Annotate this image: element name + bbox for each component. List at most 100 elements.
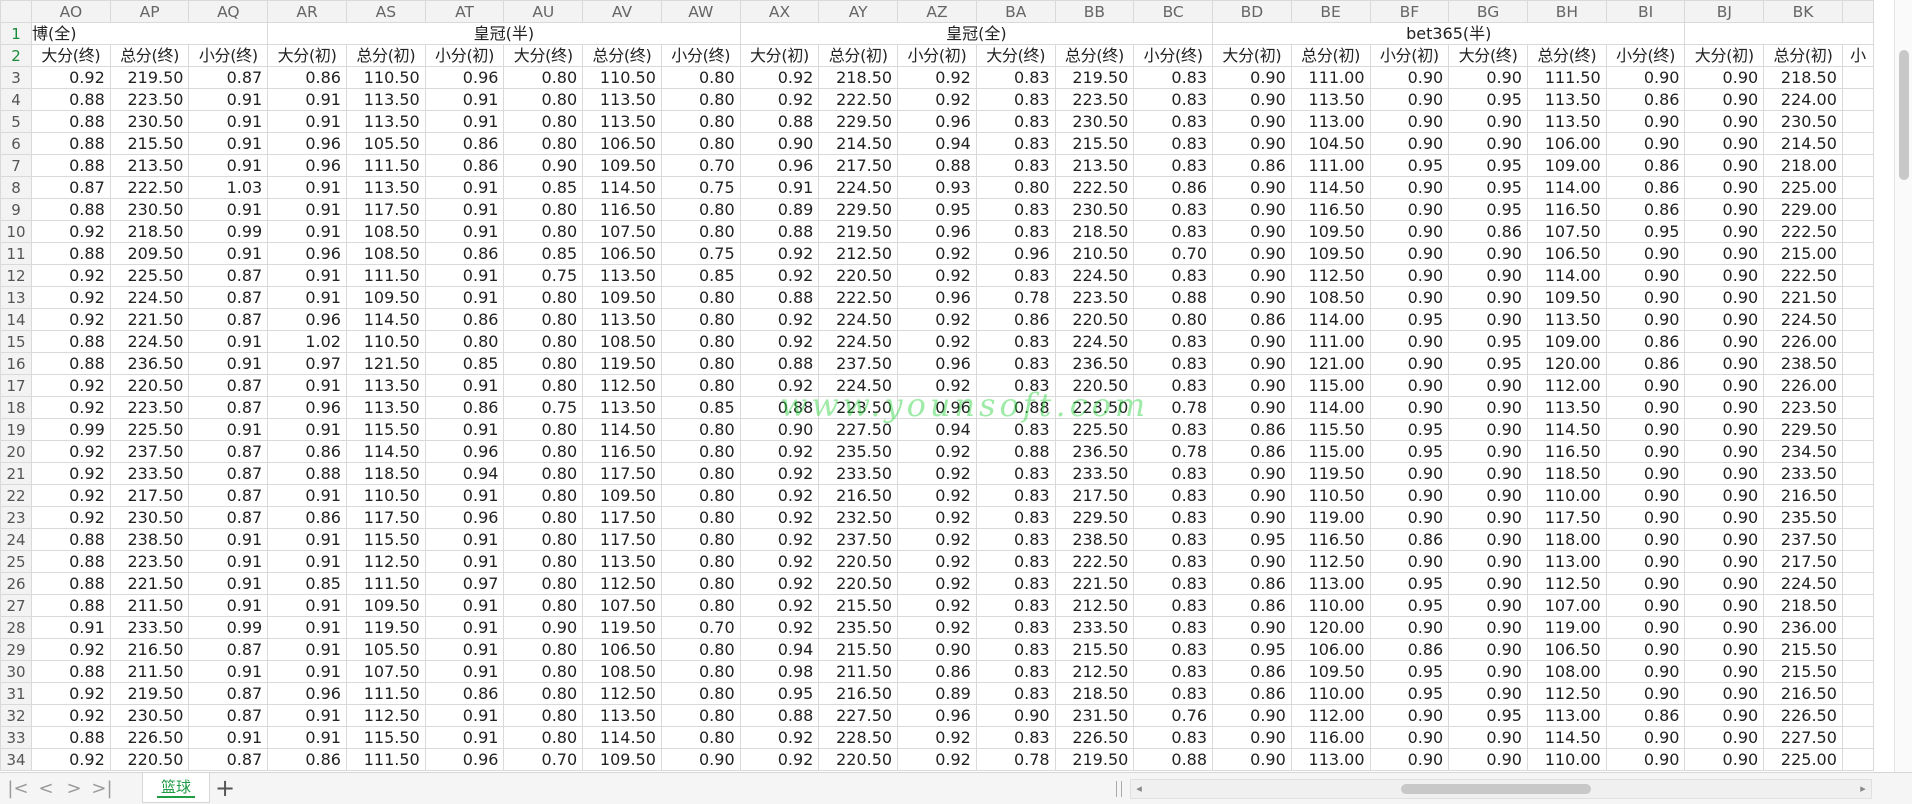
data-cell[interactable]: 0.90 bbox=[1212, 110, 1292, 133]
data-cell[interactable]: 113.50 bbox=[582, 550, 662, 573]
first-sheet-icon[interactable]: |< bbox=[6, 777, 30, 801]
data-cell[interactable]: 0.86 bbox=[424, 682, 505, 705]
data-cell[interactable]: 0.90 bbox=[1684, 176, 1765, 199]
data-cell[interactable]: 0.90 bbox=[1212, 220, 1292, 243]
data-cell[interactable]: 114.00 bbox=[1290, 396, 1371, 419]
data-cell[interactable]: 0.83 bbox=[1133, 572, 1214, 595]
data-cell[interactable]: 0.87 bbox=[188, 264, 269, 287]
column-header[interactable]: AU bbox=[503, 0, 584, 23]
data-cell[interactable]: 0.75 bbox=[660, 242, 741, 265]
data-cell[interactable]: 113.50 bbox=[1526, 396, 1607, 419]
data-cell[interactable]: 0.92 bbox=[897, 550, 977, 573]
data-cell[interactable] bbox=[1841, 638, 1875, 661]
data-cell[interactable]: 0.80 bbox=[503, 682, 584, 705]
data-cell[interactable]: 0.80 bbox=[660, 704, 741, 727]
data-cell[interactable]: 0.91 bbox=[267, 704, 347, 727]
data-cell[interactable]: 234.50 bbox=[1763, 440, 1843, 463]
data-cell[interactable]: 0.80 bbox=[660, 484, 741, 507]
data-cell[interactable]: 0.90 bbox=[1684, 242, 1765, 265]
row-header[interactable]: 23 bbox=[0, 506, 33, 529]
sub-header-cell[interactable]: 总分(初) bbox=[818, 44, 899, 67]
data-cell[interactable]: 0.88 bbox=[975, 396, 1056, 419]
data-cell[interactable]: 0.88 bbox=[739, 220, 820, 243]
data-cell[interactable]: 0.90 bbox=[1684, 748, 1765, 771]
data-cell[interactable]: 229.50 bbox=[818, 110, 899, 133]
data-cell[interactable]: 0.86 bbox=[1605, 198, 1686, 221]
data-cell[interactable]: 0.90 bbox=[1605, 550, 1686, 573]
data-cell[interactable]: 110.00 bbox=[1526, 748, 1607, 771]
data-cell[interactable]: 226.00 bbox=[1763, 330, 1843, 353]
row-header[interactable]: 10 bbox=[0, 220, 33, 243]
data-cell[interactable]: 0.91 bbox=[188, 572, 269, 595]
data-cell[interactable]: 0.90 bbox=[1212, 550, 1292, 573]
data-cell[interactable]: 0.90 bbox=[1448, 462, 1528, 485]
data-cell[interactable]: 0.95 bbox=[1369, 308, 1450, 331]
data-cell[interactable]: 0.91 bbox=[739, 176, 820, 199]
row-header[interactable]: 16 bbox=[0, 352, 33, 375]
data-cell[interactable]: 118.50 bbox=[345, 462, 426, 485]
data-cell[interactable]: 0.90 bbox=[1448, 440, 1528, 463]
data-cell[interactable]: 0.90 bbox=[1369, 704, 1450, 727]
data-cell[interactable]: 0.92 bbox=[897, 330, 977, 353]
data-cell[interactable]: 0.83 bbox=[1133, 616, 1214, 639]
data-cell[interactable]: 0.92 bbox=[739, 506, 820, 529]
data-cell[interactable]: 114.50 bbox=[345, 440, 426, 463]
data-cell[interactable]: 114.50 bbox=[345, 308, 426, 331]
data-cell[interactable]: 0.86 bbox=[267, 506, 347, 529]
data-cell[interactable] bbox=[1841, 660, 1875, 683]
data-cell[interactable] bbox=[1841, 132, 1875, 155]
data-cell[interactable]: 0.91 bbox=[267, 418, 347, 441]
data-cell[interactable]: 0.96 bbox=[267, 396, 347, 419]
data-cell[interactable]: 0.92 bbox=[739, 484, 820, 507]
data-cell[interactable]: 0.90 bbox=[1212, 704, 1292, 727]
data-cell[interactable]: 0.90 bbox=[1369, 242, 1450, 265]
data-cell[interactable]: 216.50 bbox=[818, 484, 899, 507]
data-cell[interactable]: 0.70 bbox=[1133, 242, 1214, 265]
data-cell[interactable]: 0.90 bbox=[1448, 374, 1528, 397]
data-cell[interactable]: 0.92 bbox=[739, 572, 820, 595]
data-cell[interactable]: 0.90 bbox=[1212, 726, 1292, 749]
data-cell[interactable]: 224.50 bbox=[109, 286, 190, 309]
data-cell[interactable]: 0.86 bbox=[1369, 638, 1450, 661]
data-cell[interactable]: 0.91 bbox=[267, 594, 347, 617]
data-cell[interactable]: 0.99 bbox=[188, 220, 269, 243]
data-cell[interactable]: 225.50 bbox=[1054, 418, 1135, 441]
data-cell[interactable]: 104.50 bbox=[1290, 132, 1371, 155]
sheet-tab-basketball[interactable]: 篮球 bbox=[142, 773, 210, 803]
data-cell[interactable]: 109.50 bbox=[582, 154, 662, 177]
data-cell[interactable]: 0.83 bbox=[975, 264, 1056, 287]
data-cell[interactable]: 0.80 bbox=[660, 66, 741, 89]
data-cell[interactable]: 0.90 bbox=[1212, 176, 1292, 199]
data-cell[interactable]: 215.50 bbox=[818, 594, 899, 617]
data-cell[interactable]: 0.97 bbox=[424, 572, 505, 595]
data-cell[interactable]: 0.80 bbox=[503, 308, 584, 331]
data-cell[interactable]: 111.00 bbox=[1290, 66, 1371, 89]
data-cell[interactable]: 0.96 bbox=[267, 308, 347, 331]
data-cell[interactable]: 0.95 bbox=[1448, 88, 1528, 111]
data-cell[interactable]: 237.50 bbox=[818, 528, 899, 551]
data-cell[interactable]: 226.50 bbox=[1054, 726, 1135, 749]
data-cell[interactable]: 0.83 bbox=[975, 506, 1056, 529]
data-cell[interactable]: 0.90 bbox=[1369, 264, 1450, 287]
data-cell[interactable]: 0.80 bbox=[660, 506, 741, 529]
data-cell[interactable]: 106.50 bbox=[1526, 638, 1607, 661]
data-cell[interactable]: 0.95 bbox=[739, 682, 820, 705]
data-cell[interactable]: 113.50 bbox=[345, 374, 426, 397]
data-cell[interactable]: 0.92 bbox=[739, 374, 820, 397]
data-cell[interactable]: 0.92 bbox=[897, 572, 977, 595]
data-cell[interactable]: 0.90 bbox=[1369, 550, 1450, 573]
data-cell[interactable]: 0.90 bbox=[1212, 396, 1292, 419]
data-cell[interactable]: 0.95 bbox=[897, 198, 977, 221]
data-cell[interactable]: 215.50 bbox=[1763, 638, 1843, 661]
data-cell[interactable]: 0.88 bbox=[739, 352, 820, 375]
data-cell[interactable]: 109.50 bbox=[582, 286, 662, 309]
data-cell[interactable] bbox=[1841, 572, 1875, 595]
data-cell[interactable]: 0.90 bbox=[1369, 66, 1450, 89]
data-cell[interactable]: 224.50 bbox=[818, 308, 899, 331]
data-cell[interactable] bbox=[1841, 748, 1875, 771]
data-cell[interactable]: 215.50 bbox=[1054, 132, 1135, 155]
data-cell[interactable]: 219.50 bbox=[109, 66, 190, 89]
data-cell[interactable]: 0.83 bbox=[975, 462, 1056, 485]
data-cell[interactable]: 0.90 bbox=[1448, 242, 1528, 265]
data-cell[interactable]: 0.91 bbox=[188, 418, 269, 441]
